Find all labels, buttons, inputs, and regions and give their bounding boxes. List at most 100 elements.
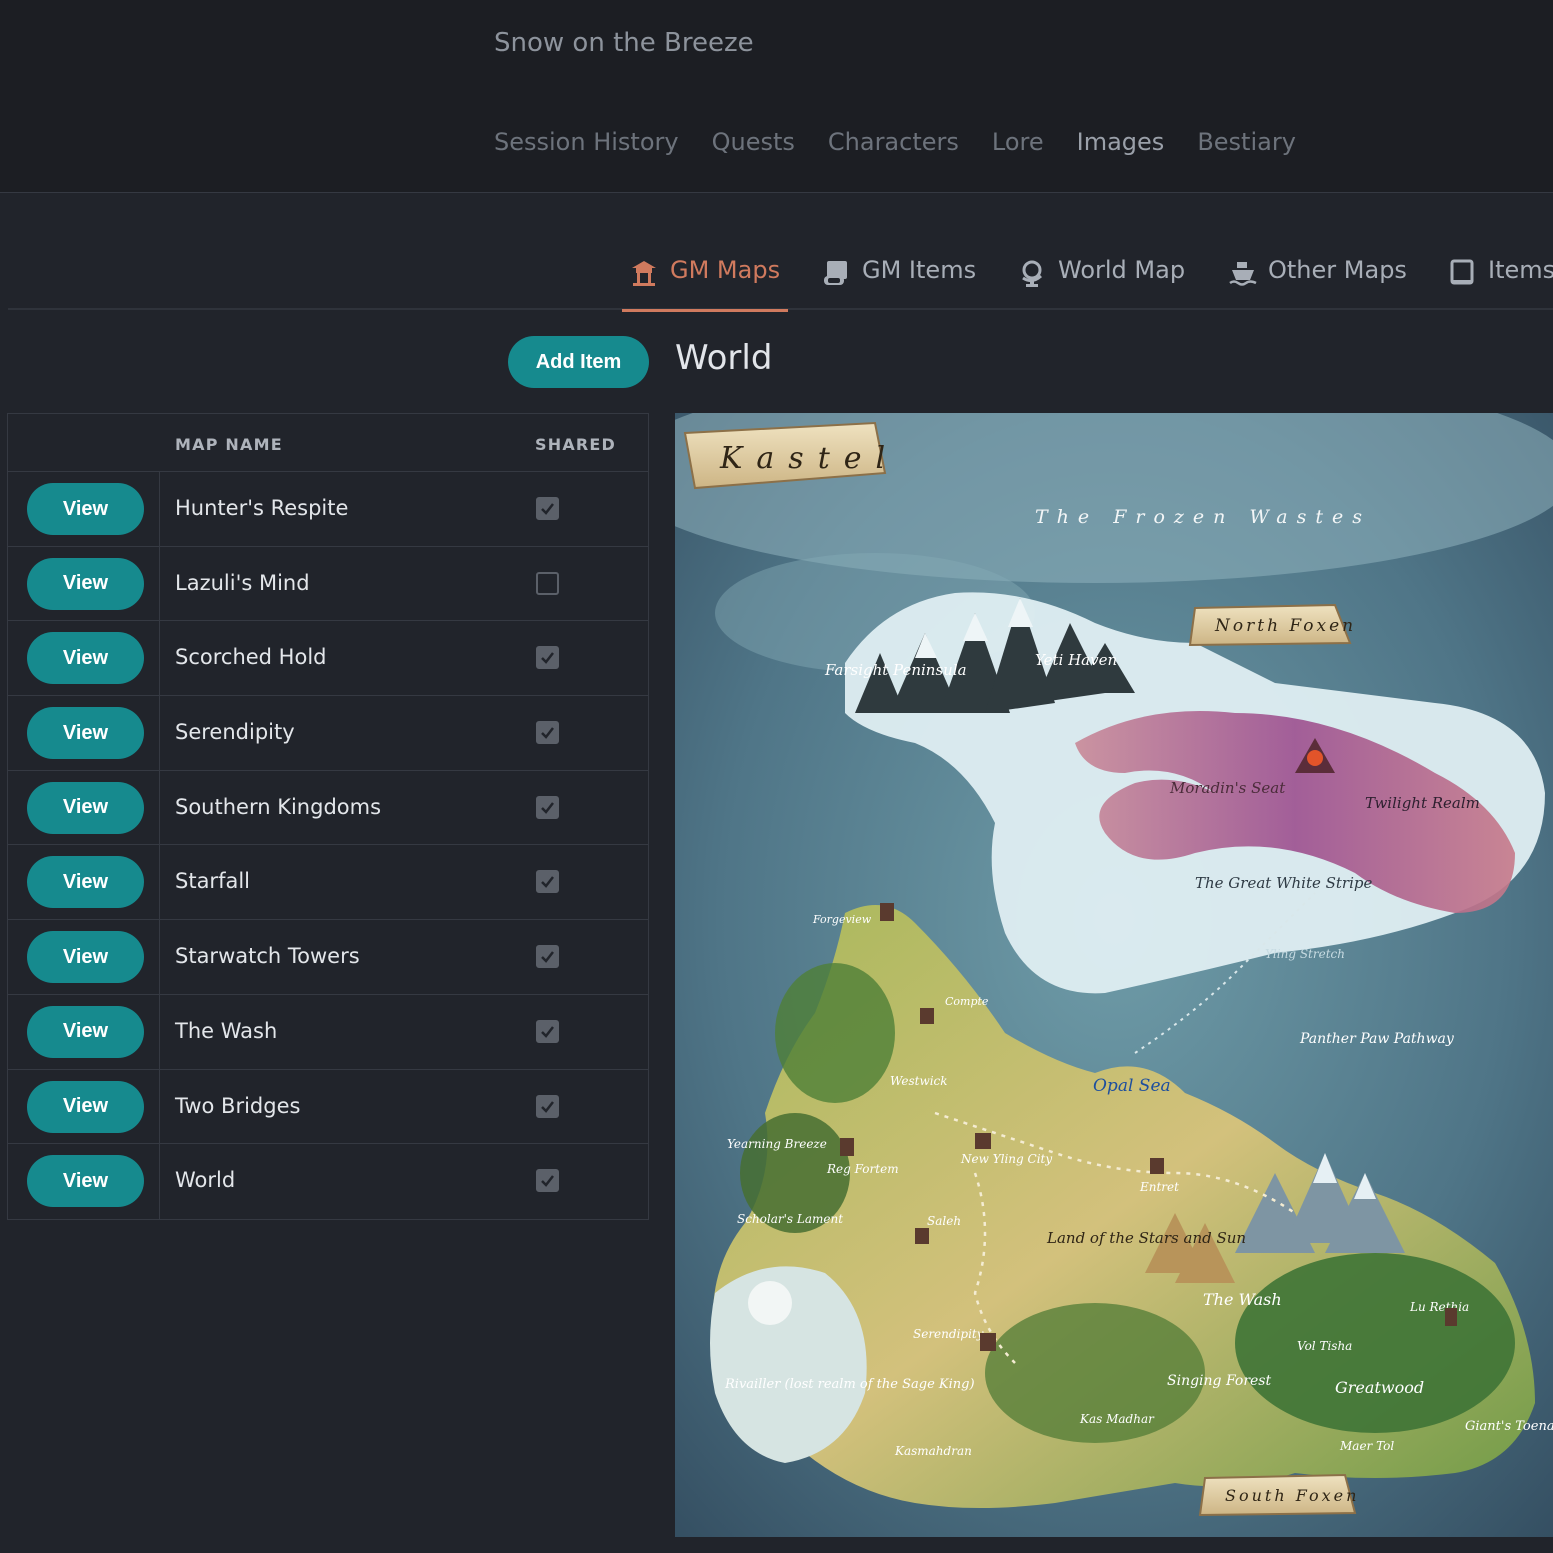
view-button[interactable]: View	[27, 483, 144, 535]
shared-checkbox[interactable]	[536, 870, 559, 894]
view-button[interactable]: View	[27, 931, 144, 984]
map-banner-title: Kastel	[719, 441, 899, 476]
table-row: View Two Bridges	[8, 1069, 648, 1145]
shared-checkbox[interactable]	[536, 497, 559, 520]
map-name: Starfall	[175, 869, 250, 894]
map-label-south-foxen: South Foxen	[1225, 1486, 1359, 1505]
map-label-great-white-stripe: The Great White Stripe	[1195, 874, 1373, 892]
map-label-yeti-haven: Yeti Haven	[1035, 651, 1117, 669]
shared-checkbox[interactable]	[536, 646, 559, 670]
column-header-map-name: MAP NAME	[175, 435, 283, 454]
map-name: Serendipity	[175, 720, 295, 745]
map-name: Scorched Hold	[175, 645, 327, 670]
pagoda-icon	[630, 258, 658, 288]
map-label-opal-sea: Opal Sea	[1093, 1076, 1171, 1096]
map-label-panther-paw: Panther Paw Pathway	[1299, 1031, 1455, 1047]
map-name: World	[175, 1168, 236, 1193]
map-name: Hunter's Respite	[175, 496, 349, 520]
shared-checkbox[interactable]	[536, 721, 559, 745]
book-icon	[1448, 258, 1476, 288]
view-button[interactable]: View	[27, 856, 144, 909]
map-label-serendipity: Serendipity	[913, 1327, 984, 1341]
table-row: View Hunter's Respite	[8, 472, 648, 547]
view-cell: View	[8, 994, 160, 1069]
map-label-giants-toenail: Giant's Toenail	[1465, 1419, 1553, 1434]
tab-world-map[interactable]: World Map	[1018, 256, 1185, 308]
view-cell: View	[8, 1069, 160, 1144]
view-button[interactable]: View	[27, 1005, 144, 1058]
table-row: View Southern Kingdoms	[8, 770, 648, 846]
maps-table: MAP NAME SHARED View Hunter's Respite View…	[7, 413, 649, 1220]
map-name: Starwatch Towers	[175, 944, 360, 969]
view-cell: View	[8, 472, 160, 546]
map-label-farsight: Farsight Peninsula	[824, 661, 967, 679]
map-label-yearning-breeze: Yearning Breeze	[727, 1137, 827, 1151]
nav-quests[interactable]: Quests	[712, 128, 795, 156]
map-name: The Wash	[175, 1018, 278, 1043]
ship-icon	[1228, 258, 1257, 288]
view-button[interactable]: View	[27, 707, 144, 760]
map-label-maer-tol: Maer Tol	[1339, 1439, 1394, 1453]
map-name: Two Bridges	[175, 1093, 301, 1118]
map-label-entret: Entret	[1139, 1180, 1179, 1194]
tab-label: GM Items	[862, 256, 977, 284]
tab-other-maps[interactable]: Other Maps	[1228, 256, 1407, 308]
view-cell: View	[8, 1144, 160, 1219]
view-cell: View	[8, 845, 160, 920]
table-row: View Starfall	[8, 845, 648, 921]
table-row: View Starwatch Towers	[8, 920, 648, 995]
map-name: Southern Kingdoms	[175, 794, 382, 819]
nav-images[interactable]: Images	[1077, 128, 1165, 156]
map-label-lu-rethia: Lu Rethia	[1409, 1300, 1469, 1314]
map-label-new-yling-city: New Yling City	[960, 1152, 1052, 1166]
table-row: View Lazuli's Mind	[8, 546, 648, 622]
view-cell: View	[8, 621, 160, 696]
map-name: Lazuli's Mind	[175, 570, 310, 595]
map-label-kasmahdran: Kasmahdran	[894, 1444, 972, 1458]
add-item-button[interactable]: Add Item	[508, 336, 649, 388]
map-label-westwick: Westwick	[890, 1074, 948, 1088]
main-nav: Session History Quests Characters Lore I…	[494, 128, 1296, 156]
view-button[interactable]: View	[27, 632, 144, 685]
shared-checkbox[interactable]	[536, 571, 559, 595]
shared-checkbox[interactable]	[536, 1019, 559, 1043]
view-cell: View	[8, 696, 160, 770]
shared-checkbox[interactable]	[536, 795, 559, 819]
tab-label: World Map	[1058, 256, 1186, 284]
map-label-forgeview: Forgeview	[812, 913, 872, 926]
table-header: MAP NAME SHARED	[8, 414, 648, 472]
nav-session-history[interactable]: Session History	[494, 128, 679, 156]
scroll-icon	[822, 258, 850, 288]
map-label-twilight-realm: Twilight Realm	[1365, 794, 1480, 812]
tab-gm-maps[interactable]: GM Maps	[621, 256, 789, 312]
shared-checkbox[interactable]	[536, 1094, 559, 1118]
shared-checkbox[interactable]	[536, 1169, 559, 1193]
map-label-yling-stretch: Yling Stretch	[1265, 947, 1345, 961]
tab-items[interactable]: Items	[1448, 256, 1553, 308]
table-row: View World	[8, 1144, 648, 1219]
globe-icon	[1018, 258, 1046, 288]
view-button[interactable]: View	[27, 781, 144, 834]
view-button[interactable]: View	[27, 557, 144, 610]
nav-characters[interactable]: Characters	[828, 128, 959, 156]
map-label-singing-forest: Singing Forest	[1167, 1373, 1271, 1389]
map-label-the-wash: The Wash	[1203, 1290, 1282, 1309]
shared-checkbox[interactable]	[536, 945, 559, 969]
view-cell: View	[8, 770, 160, 845]
map-label-compte: Compte	[945, 995, 989, 1008]
table-row: View The Wash	[8, 994, 648, 1070]
column-header-shared: SHARED	[535, 435, 617, 454]
site-title[interactable]: Snow on the Breeze	[494, 28, 754, 58]
view-button[interactable]: View	[27, 1155, 144, 1208]
view-cell: View	[8, 920, 160, 994]
site-header: Snow on the Breeze Session History Quest…	[0, 0, 1553, 193]
map-label-saleh: Saleh	[927, 1214, 961, 1228]
tab-gm-items[interactable]: GM Items	[822, 256, 976, 308]
world-map-image: Kastel North Foxen South Foxen The Froze…	[675, 413, 1553, 1537]
view-button[interactable]: View	[27, 1080, 144, 1133]
map-label-kas-madhar: Kas Madhar	[1079, 1412, 1155, 1426]
nav-lore[interactable]: Lore	[992, 128, 1044, 156]
map-label-land-stars-sun: Land of the Stars and Sun	[1046, 1229, 1246, 1247]
map-label-frozen-wastes: The Frozen Wastes	[1035, 506, 1371, 528]
nav-bestiary[interactable]: Bestiary	[1197, 128, 1296, 156]
